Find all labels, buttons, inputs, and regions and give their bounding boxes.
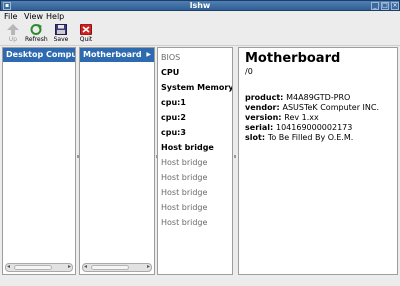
close-icon[interactable]: × bbox=[391, 2, 399, 10]
maximize-icon[interactable]: □ bbox=[381, 2, 389, 10]
property-row: version: Rev 1.xx bbox=[245, 113, 391, 123]
device-list: BIOS CPU System Memory cpu:1 cpu:2 cpu:3 Host … bbox=[158, 48, 232, 230]
property-value: M4A89GTD-PRO bbox=[286, 93, 351, 102]
window-title: lshw bbox=[189, 1, 211, 10]
up-arrow-icon bbox=[7, 24, 19, 35]
minimize-icon[interactable]: _ bbox=[371, 2, 379, 10]
floppy-disk-icon bbox=[55, 24, 67, 35]
device-list-item[interactable]: System Memory bbox=[158, 80, 232, 95]
scroll-left-icon[interactable]: ◂ bbox=[84, 263, 87, 270]
motherboard-label: Motherboard bbox=[83, 50, 142, 59]
detail-title: Motherboard bbox=[245, 51, 341, 66]
property-value: 104169000002173 bbox=[276, 123, 353, 132]
property-key: slot: bbox=[245, 133, 268, 142]
device-list-item[interactable]: BIOS bbox=[158, 50, 232, 65]
device-list-item[interactable]: CPU bbox=[158, 65, 232, 80]
device-list-item[interactable]: cpu:2 bbox=[158, 110, 232, 125]
property-row: vendor: ASUSTeK Computer INC. bbox=[245, 103, 391, 113]
property-key: serial: bbox=[245, 123, 276, 132]
scrollbar-thumb[interactable] bbox=[14, 265, 52, 270]
device-list-item[interactable]: Host bridge bbox=[158, 215, 232, 230]
property-row: serial: 104169000002173 bbox=[245, 123, 391, 133]
property-key: vendor: bbox=[245, 103, 283, 112]
scrollbar-thumb[interactable] bbox=[91, 265, 129, 270]
scroll-right-icon[interactable]: ▸ bbox=[147, 263, 150, 270]
device-list-item[interactable]: Host bridge bbox=[158, 185, 232, 200]
selected-device-motherboard[interactable]: Motherboard ▶ bbox=[80, 48, 154, 62]
device-list-item[interactable]: cpu:3 bbox=[158, 125, 232, 140]
property-row: product: M4A89GTD-PRO bbox=[245, 93, 391, 103]
device-list-item[interactable]: Host bridge bbox=[158, 155, 232, 170]
property-value: Rev 1.xx bbox=[284, 113, 319, 122]
toolbar: Up Refresh Save Quit bbox=[0, 23, 400, 46]
horizontal-scrollbar[interactable]: ◂ ▸ bbox=[5, 263, 73, 272]
save-label: Save bbox=[53, 36, 69, 43]
menu-help[interactable]: Help bbox=[46, 12, 64, 22]
selected-device-desktop[interactable]: Desktop Computer bbox=[3, 48, 75, 62]
refresh-icon bbox=[30, 24, 42, 35]
menu-file[interactable]: File bbox=[4, 12, 17, 22]
up-button[interactable]: Up bbox=[2, 24, 24, 46]
devices-column-1[interactable]: Desktop Computer ◂ ▸ bbox=[2, 47, 76, 275]
quit-icon bbox=[80, 24, 92, 35]
property-value: ASUSTeK Computer INC. bbox=[282, 103, 380, 112]
device-list-item[interactable]: Host bridge bbox=[158, 140, 232, 155]
up-label: Up bbox=[8, 36, 18, 43]
devices-column-2[interactable]: Motherboard ▶ ◂ ▸ bbox=[79, 47, 155, 275]
property-list: product: M4A89GTD-PRO vendor: ASUSTeK Com… bbox=[245, 93, 391, 143]
quit-label: Quit bbox=[79, 36, 93, 43]
horizontal-scrollbar[interactable]: ◂ ▸ bbox=[82, 263, 152, 272]
menu-bar: File View Help bbox=[0, 11, 400, 23]
device-list-item[interactable]: Host bridge bbox=[158, 170, 232, 185]
property-row: slot: To Be Filled By O.E.M. bbox=[245, 133, 391, 143]
pane-resize-handle[interactable] bbox=[234, 155, 236, 158]
property-key: product: bbox=[245, 93, 287, 102]
refresh-button[interactable]: Refresh bbox=[25, 24, 48, 46]
property-key: version: bbox=[245, 113, 285, 122]
menu-view[interactable]: View bbox=[24, 12, 43, 22]
save-button[interactable]: Save bbox=[50, 24, 72, 46]
scroll-left-icon[interactable]: ◂ bbox=[7, 263, 10, 270]
device-detail-pane: Motherboard /0 product: M4A89GTD-PRO vend… bbox=[238, 47, 398, 275]
refresh-label: Refresh bbox=[25, 36, 48, 43]
device-list-item[interactable]: Host bridge bbox=[158, 200, 232, 215]
device-list-item[interactable]: cpu:1 bbox=[158, 95, 232, 110]
expand-arrow-icon: ▶ bbox=[146, 51, 151, 58]
detail-path: /0 bbox=[245, 67, 253, 76]
quit-button[interactable]: Quit bbox=[75, 24, 97, 46]
scroll-right-icon[interactable]: ▸ bbox=[68, 263, 71, 270]
property-value: To Be Filled By O.E.M. bbox=[267, 133, 354, 142]
devices-column-3[interactable]: BIOS CPU System Memory cpu:1 cpu:2 cpu:3 Host … bbox=[157, 47, 233, 275]
title-bar[interactable]: ▪ lshw _ □ × bbox=[0, 0, 400, 11]
